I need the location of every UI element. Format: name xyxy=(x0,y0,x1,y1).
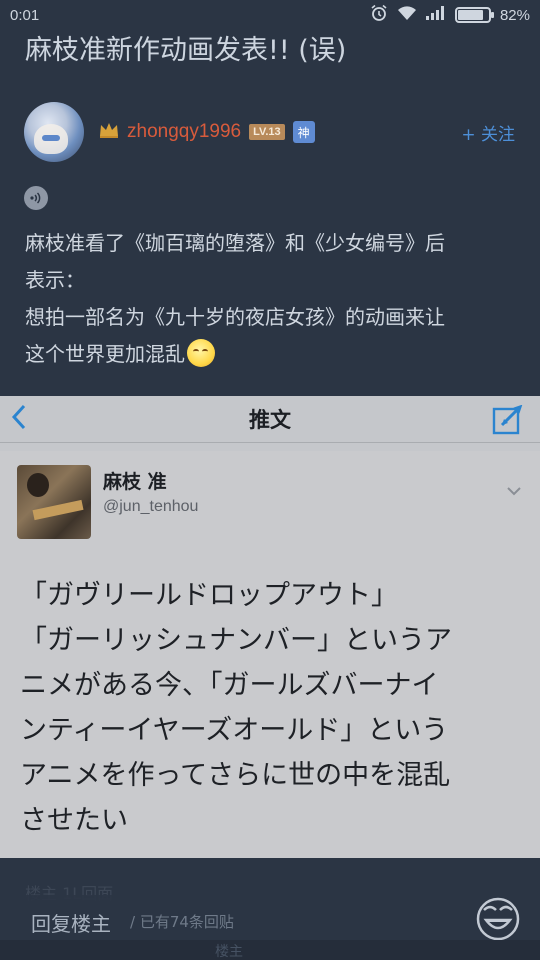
tweet-nav-title: 推文 xyxy=(249,408,291,432)
crown-icon xyxy=(99,121,119,144)
tweet-text-line: ンティーイヤーズオールド」という xyxy=(20,715,449,746)
smile-emoji-icon xyxy=(187,339,215,367)
signal-icon xyxy=(425,6,446,24)
bottom-tab-strip xyxy=(0,940,540,960)
wifi-icon xyxy=(397,5,417,25)
author-avatar[interactable] xyxy=(24,102,84,162)
god-badge: 神 xyxy=(292,121,315,143)
chevron-down-icon xyxy=(506,481,522,500)
post-body-line: 表示： xyxy=(25,268,85,292)
battery-icon xyxy=(454,7,494,23)
status-bar: 0:01 82% xyxy=(0,0,540,30)
post-body-line-text: 这个世界更加混乱 xyxy=(25,342,185,366)
author-username[interactable]: zhongqy1996 xyxy=(127,121,241,143)
tweet-nav-bar: 推文 xyxy=(0,396,540,443)
follow-button[interactable]: + 关注 xyxy=(461,120,515,145)
post-body-line: 这个世界更加混乱 xyxy=(25,336,525,373)
tweet-text-line: 「ガーリッシュナンバー」というア xyxy=(20,625,452,656)
tweet-author: 麻枝 准 @jun_tenhou xyxy=(17,465,198,539)
tweet-text-line: ニメがある今、「ガールズバーナイ xyxy=(20,670,439,701)
back-chevron-icon xyxy=(10,402,28,440)
tweet-text-line: 「ガヴリールドロップアウト」 xyxy=(20,580,398,611)
post-body-line: 想拍一部名为《九十岁的夜店女孩》的动画来让 xyxy=(25,305,445,329)
post-title: 麻枝准新作动画发表!! (误) xyxy=(25,35,347,66)
reply-to-op-button[interactable]: 回复楼主 xyxy=(31,908,111,937)
status-time: 0:01 xyxy=(10,6,40,24)
alarm-icon xyxy=(370,4,388,26)
tweet-card: 麻枝 准 @jun_tenhou 「ガヴリールドロップアウト」 「ガーリッシュナ… xyxy=(0,451,540,858)
tweet-text-line: アニメを作ってさらに世の中を混乱 xyxy=(20,760,451,791)
bottom-strip-label: 楼主 xyxy=(215,944,243,960)
voice-icon[interactable] xyxy=(24,186,48,210)
post-body-line: 麻枝准看了《珈百璃的堕落》和《少女编号》后 xyxy=(25,231,445,255)
compose-icon xyxy=(492,404,524,439)
tweet-author-name: 麻枝 准 xyxy=(103,471,167,493)
post-body: 麻枝准看了《珈百璃的堕落》和《少女编号》后 表示： 想拍一部名为《九十岁的夜店女… xyxy=(25,225,525,373)
reply-count: / 已有74条回贴 xyxy=(130,913,234,931)
tweet-text: 「ガヴリールドロップアウト」 「ガーリッシュナンバー」というア ニメがある今、「… xyxy=(20,573,525,843)
smiley-face-icon[interactable] xyxy=(472,892,524,944)
tweet-text-line: させたい xyxy=(20,805,128,836)
author-row: zhongqy1996 LV.13 神 + 关注 xyxy=(24,101,519,163)
tweet-author-avatar xyxy=(17,465,91,539)
tweet-author-handle: @jun_tenhou xyxy=(103,498,199,515)
level-badge: LV.13 xyxy=(249,124,285,140)
tweet-screenshot[interactable]: 推文 麻枝 准 @jun_tenhou 「ガヴリールドロップアウト」 「ガーリッ… xyxy=(0,396,540,858)
battery-percent: 82% xyxy=(499,6,530,24)
